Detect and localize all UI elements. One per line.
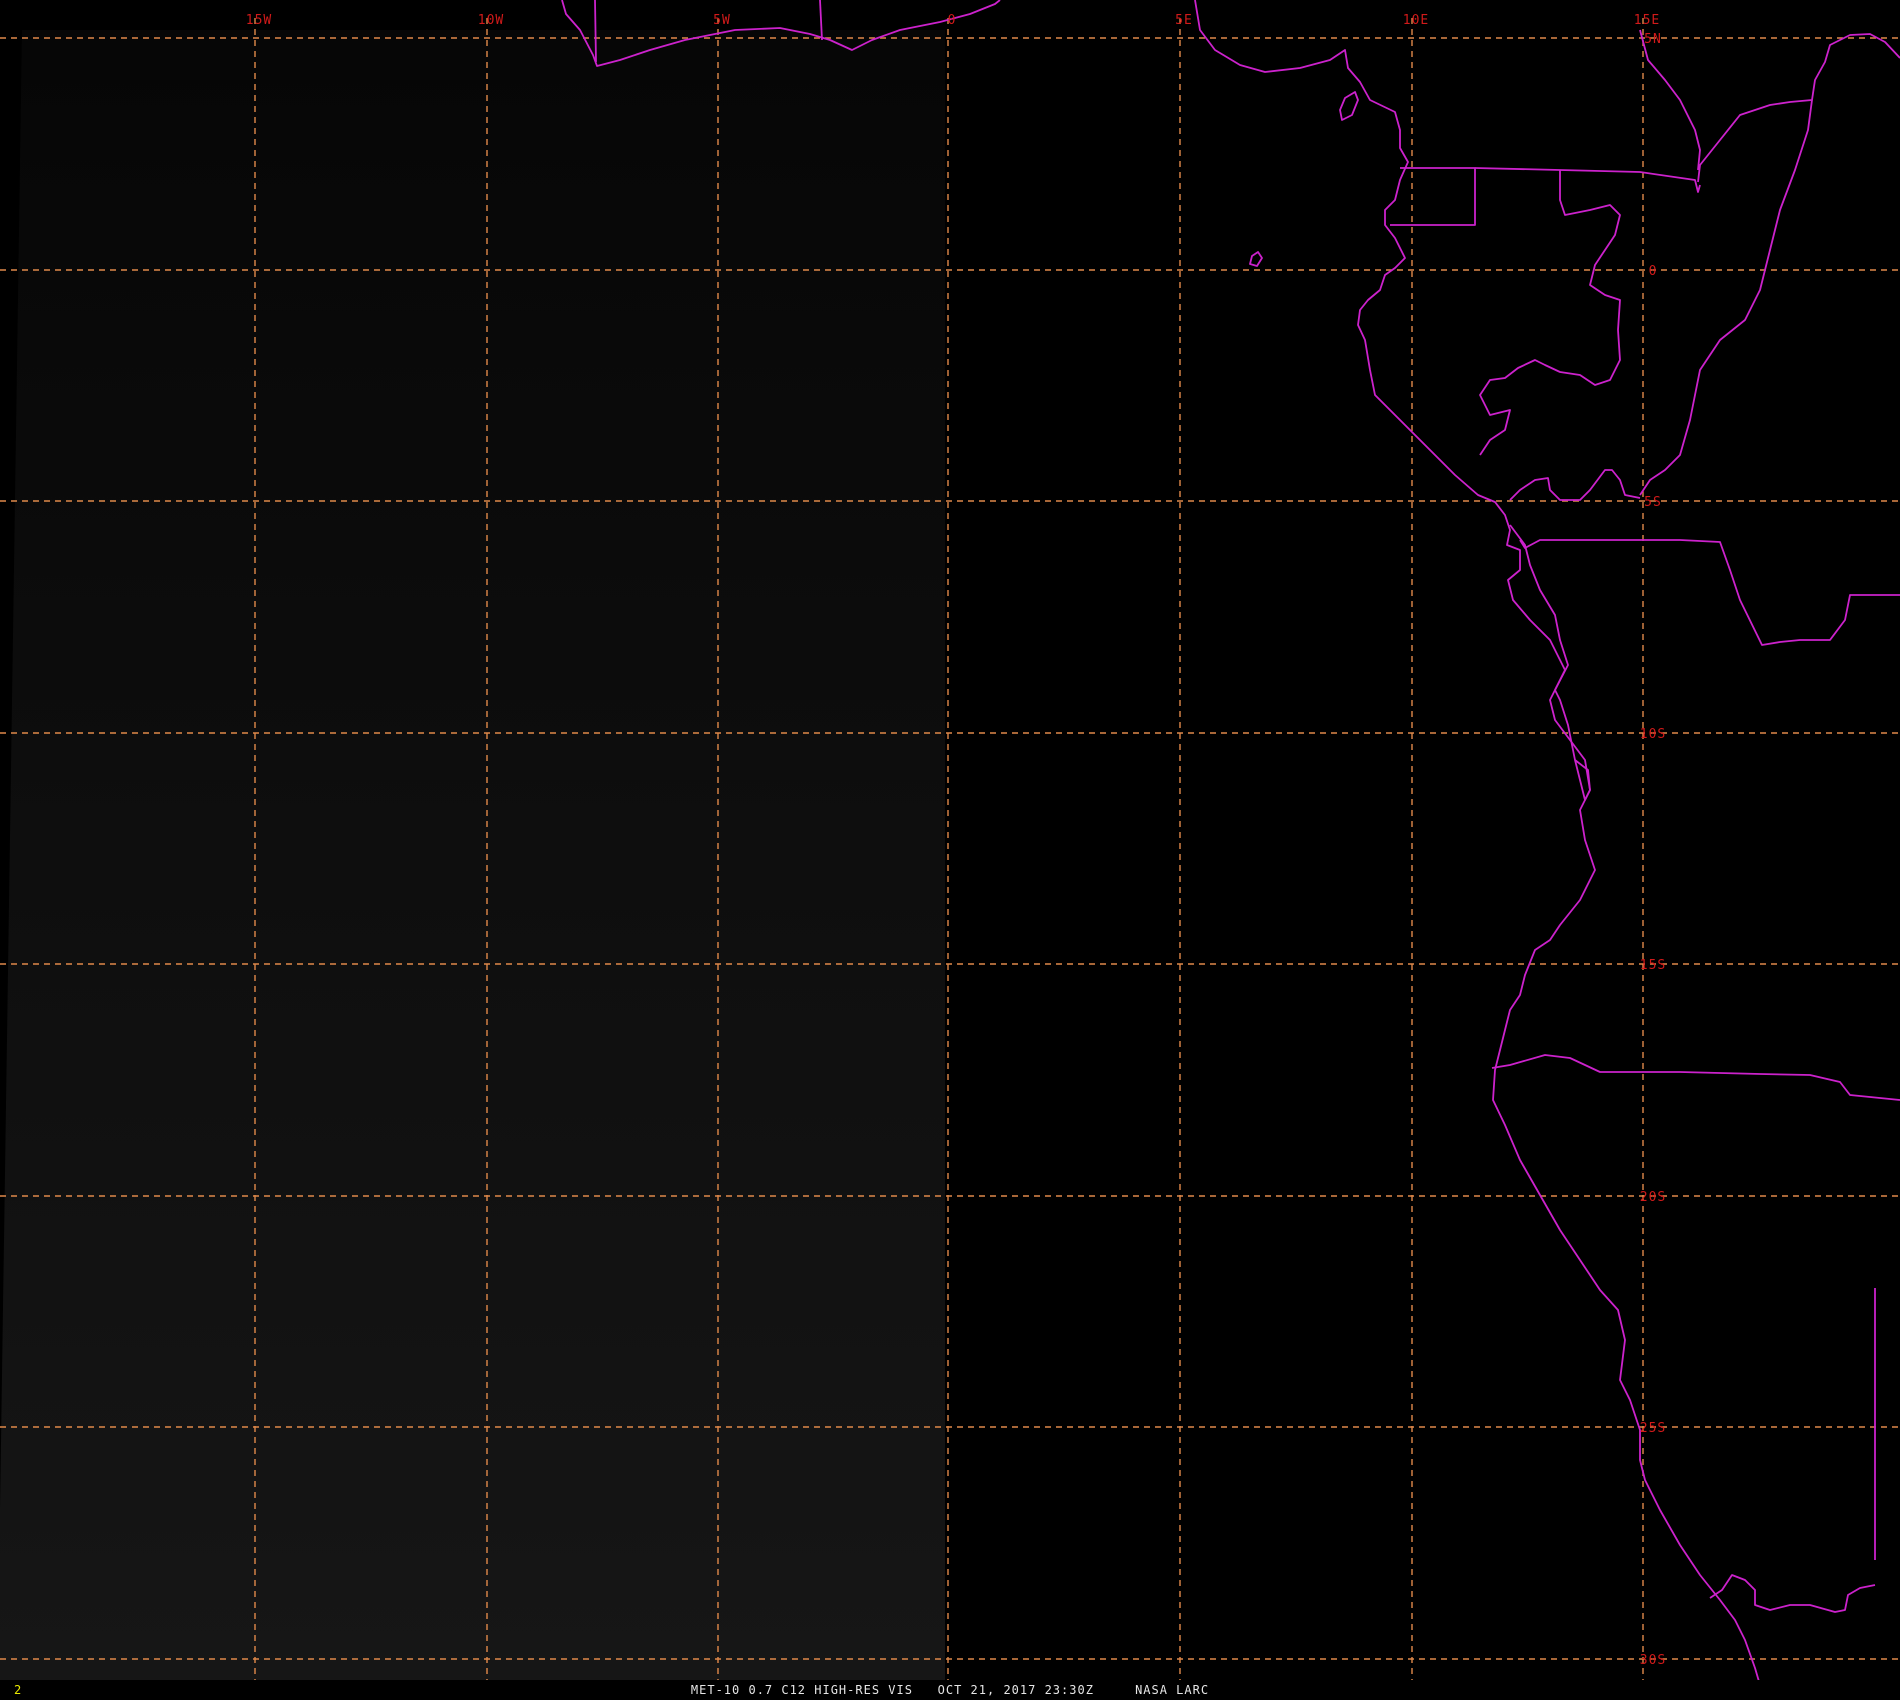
caption-product: MET-10 0.7 C12 HIGH-RES VIS [690, 1683, 913, 1697]
longitude-label: 0 [948, 13, 957, 28]
drc-angola-border [1519, 539, 1900, 646]
latitude-label: 5N [1644, 32, 1662, 47]
gabon-congo-border [1479, 170, 1621, 456]
longitude-label: 15W [246, 13, 272, 28]
longitude-label: 10W [478, 13, 504, 28]
longitude-label: 5E [1175, 13, 1193, 28]
cameroon-gabon-border [1474, 167, 1701, 193]
car-border [1639, 29, 1701, 171]
latitude-label: 0 [1649, 264, 1658, 279]
namibia-south-africa-border [1709, 1574, 1876, 1613]
caption-source: NASA LARC [1135, 1683, 1210, 1697]
sao-tome-island [1249, 251, 1263, 267]
latitude-label: 10S [1640, 727, 1666, 742]
central-africa-coast [1194, 0, 1591, 801]
eq-guinea-border [1390, 167, 1476, 226]
southwest-africa-coast [1492, 524, 1761, 1686]
latitude-label: 25S [1640, 1421, 1666, 1436]
satellite-map: 15W 10W 5W 0 5E 10E 15E 5N 0 5S 10S 15S 20S 25S 30S [0, 0, 1900, 1686]
caption-datetime: OCT 21, 2017 23:30Z [937, 1683, 1094, 1697]
longitude-label: 10E [1403, 13, 1429, 28]
latitude-label: 30S [1640, 1653, 1666, 1668]
cabinda-border [1509, 469, 1641, 501]
angola-namibia-border [1491, 1054, 1900, 1101]
drc-east-border [1639, 99, 1813, 496]
bioko-island [1339, 91, 1359, 121]
imagery-region [0, 30, 945, 1685]
cote-divoire-ghana-border [594, 0, 597, 63]
latitude-label: 20S [1640, 1190, 1666, 1205]
image-caption: MET-10 0.7 C12 HIGH-RES VIS OCT 21, 2017… [0, 1683, 1900, 1697]
longitude-label: 15E [1634, 13, 1660, 28]
latitude-label: 15S [1640, 958, 1666, 973]
satellite-image-viewer: 15W 10W 5W 0 5E 10E 15E 5N 0 5S 10S 15S 20S 25S 30S 2 … [0, 0, 1900, 1700]
longitude-label: 5W [713, 13, 731, 28]
latitude-label: 5S [1644, 495, 1662, 510]
